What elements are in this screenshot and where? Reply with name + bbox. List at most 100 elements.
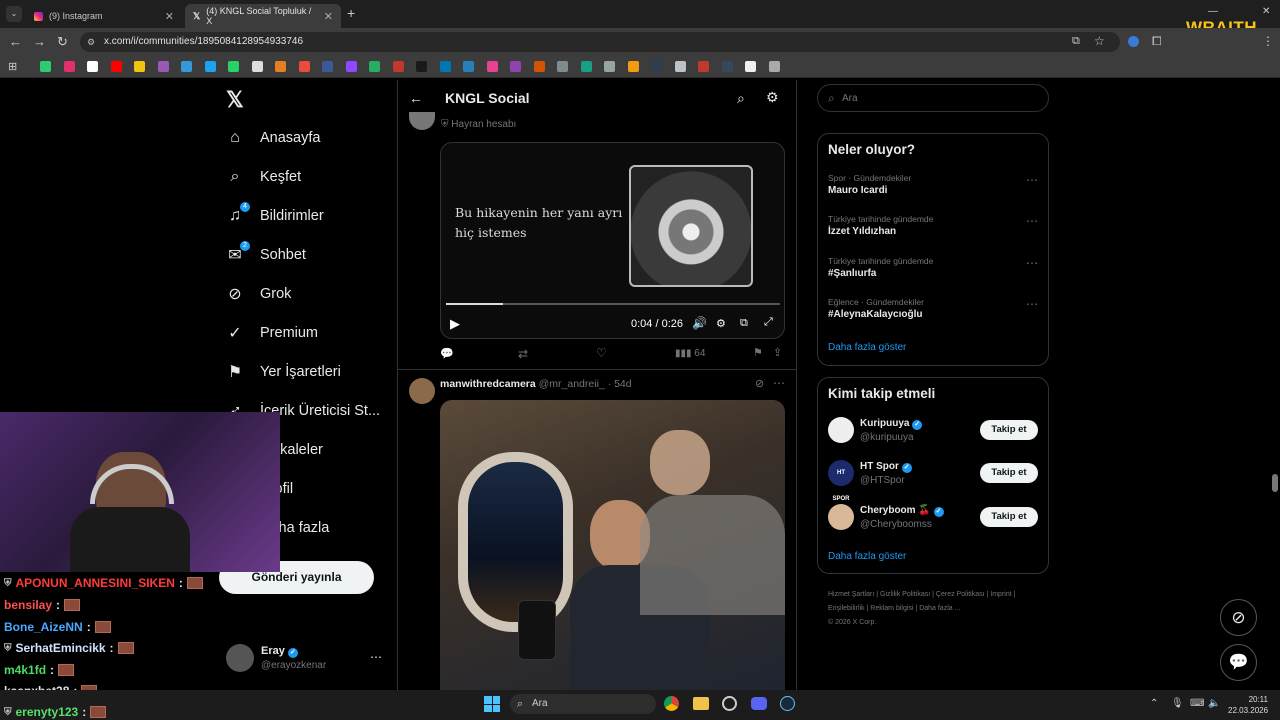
- settings-icon[interactable]: ⚙: [766, 89, 779, 106]
- tab-kngl-social[interactable]: 𝕏 (4) KNGL Social Topluluk / X ✕: [185, 4, 341, 28]
- views[interactable]: ▮▮▮ 64: [675, 348, 705, 359]
- volume-icon[interactable]: 🔊: [692, 316, 707, 330]
- bookmark-favicon-icon[interactable]: [275, 61, 286, 72]
- bookmark-favicon-icon[interactable]: [510, 61, 521, 72]
- tab-search-icon[interactable]: ⌄: [6, 6, 22, 22]
- bookmark-favicon-icon[interactable]: [110, 61, 122, 72]
- bookmark-favicon-icon[interactable]: [369, 61, 380, 72]
- follow-button[interactable]: Takip et: [980, 420, 1038, 440]
- close-icon[interactable]: ✕: [165, 10, 174, 23]
- bookmark-favicon-icon[interactable]: [627, 61, 639, 72]
- more-icon[interactable]: ⋯: [1026, 214, 1038, 228]
- messages-fab-icon[interactable]: 💬: [1220, 644, 1257, 681]
- puzzle-icon[interactable]: ⧠: [1152, 34, 1162, 49]
- like-icon[interactable]: ♡: [596, 346, 607, 360]
- file-explorer-icon[interactable]: [693, 697, 709, 710]
- suggested-name[interactable]: HT Spor ✓: [860, 461, 912, 473]
- trend-item[interactable]: Eğlence · Gündemdekiler #AleynaKalaycıoğl…: [828, 297, 1038, 320]
- forward-icon[interactable]: →: [33, 34, 46, 49]
- bookmark-favicon-icon[interactable]: [345, 61, 357, 72]
- bookmark-favicon-icon[interactable]: [392, 61, 404, 72]
- apps-icon[interactable]: ⊞: [8, 60, 17, 73]
- pip-icon[interactable]: ⧉: [740, 317, 748, 330]
- taskbar-search[interactable]: ⌕ Ara: [510, 694, 656, 714]
- bookmark-favicon-icon[interactable]: [416, 61, 427, 72]
- avatar[interactable]: [828, 417, 854, 443]
- bookmark-favicon-icon[interactable]: [322, 61, 333, 72]
- suggested-name[interactable]: Kuripuuya ✓: [860, 418, 923, 430]
- avatar[interactable]: [409, 112, 435, 130]
- back-arrow-icon[interactable]: ←: [409, 90, 423, 106]
- network-icon[interactable]: ⌨: [1190, 698, 1204, 709]
- more-icon[interactable]: ⋯: [1026, 173, 1038, 187]
- bookmark-favicon-icon[interactable]: [298, 61, 310, 72]
- footer-link[interactable]: Reklam bilgisi: [870, 605, 913, 612]
- trend-item[interactable]: Spor · Gündemdekiler Mauro Icardi ⋯: [828, 173, 1038, 196]
- avatar[interactable]: [828, 504, 854, 530]
- grok-fab-icon[interactable]: ⊘: [1220, 599, 1257, 636]
- bookmark-favicon-icon[interactable]: [63, 61, 75, 72]
- sidebar-item-notifications[interactable]: ♫ 4 Bildirimler: [226, 202, 324, 225]
- bookmark-favicon-icon[interactable]: [557, 61, 568, 72]
- bookmark-favicon-icon[interactable]: [228, 61, 239, 72]
- bookmark-favicon-icon[interactable]: [157, 61, 169, 72]
- microphone-icon[interactable]: 🎙: [1171, 698, 1184, 709]
- footer-link[interactable]: Daha fazla ...: [919, 605, 960, 612]
- avatar[interactable]: [409, 378, 435, 404]
- address-bar[interactable]: x.com/i/communities/1895084128954933746: [80, 32, 1120, 52]
- trend-item[interactable]: Türkiye tarihinde gündemde #Şanlıurfa ⋯: [828, 256, 1038, 279]
- footer-link[interactable]: Imprint: [990, 591, 1011, 598]
- bookmark-favicon-icon[interactable]: [181, 61, 192, 72]
- chrome-icon[interactable]: [664, 696, 679, 711]
- minimize-icon[interactable]: —: [1208, 6, 1218, 17]
- post-image[interactable]: [440, 400, 785, 690]
- show-more-trends-link[interactable]: Daha fazla göster: [828, 342, 906, 353]
- sidebar-item-home[interactable]: ⌂ Anasayfa: [226, 129, 320, 147]
- ht-spor-logo[interactable]: HT SPOR: [828, 460, 854, 502]
- reply-icon[interactable]: 💬: [440, 347, 454, 360]
- site-info-icon[interactable]: ⚙: [87, 37, 95, 48]
- bookmark-favicon-icon[interactable]: [463, 61, 474, 72]
- x-logo-icon[interactable]: 𝕏: [226, 87, 244, 113]
- reload-icon[interactable]: ↻: [57, 34, 68, 50]
- tab-instagram[interactable]: (9) Instagram ✕: [26, 4, 182, 28]
- bookmark-favicon-icon[interactable]: [40, 61, 51, 72]
- star-icon[interactable]: ☆: [1094, 34, 1105, 48]
- close-icon[interactable]: ✕: [324, 10, 333, 23]
- bookmark-favicon-icon[interactable]: [87, 61, 98, 72]
- repost-icon[interactable]: ⇄: [518, 347, 528, 361]
- trend-item[interactable]: Türkiye tarihinde gündemde İzzet Yıldızha…: [828, 214, 1038, 237]
- steam-icon[interactable]: [780, 696, 795, 711]
- video-progress-track[interactable]: [446, 303, 780, 305]
- show-more-follow-link[interactable]: Daha fazla göster: [828, 551, 906, 562]
- footer-link[interactable]: Erişilebilirlik: [828, 605, 865, 612]
- bookmark-favicon-icon[interactable]: [486, 61, 498, 72]
- bookmark-favicon-icon[interactable]: [698, 61, 709, 72]
- windows-start-icon[interactable]: [484, 696, 500, 712]
- bookmark-favicon-icon[interactable]: [674, 61, 686, 72]
- fullscreen-icon[interactable]: ⤢: [764, 316, 773, 329]
- account-menu-icon[interactable]: ⋯: [370, 650, 382, 664]
- footer-link[interactable]: Çerez Politikası: [936, 591, 985, 598]
- bookmark-favicon-icon[interactable]: [533, 61, 545, 72]
- bookmark-icon[interactable]: ⚑: [753, 346, 763, 359]
- bookmark-favicon-icon[interactable]: [204, 61, 216, 72]
- more-icon[interactable]: ⋯: [1026, 297, 1038, 311]
- suggested-name[interactable]: Cheryboom 🍒 ✓: [860, 505, 944, 517]
- more-icon[interactable]: ⋯: [1026, 256, 1038, 270]
- bookmark-favicon-icon[interactable]: [251, 61, 263, 72]
- follow-button[interactable]: Takip et: [980, 507, 1038, 527]
- menu-icon[interactable]: ⋮: [1262, 34, 1274, 48]
- follow-button[interactable]: Takip et: [980, 463, 1038, 483]
- video-player[interactable]: Bu hikayenin her yanı ayrı hiç istemes ▶…: [440, 142, 785, 339]
- footer-link[interactable]: Gizlilik Politikası: [880, 591, 930, 598]
- extension-icon[interactable]: [1128, 36, 1139, 47]
- speaker-icon[interactable]: 🔈: [1208, 698, 1220, 709]
- bookmark-favicon-icon[interactable]: [745, 61, 756, 72]
- search-input[interactable]: ⌕ Ara: [817, 84, 1049, 112]
- footer-link[interactable]: Hizmet Şartları: [828, 591, 874, 598]
- back-icon[interactable]: ←: [9, 34, 22, 49]
- bookmark-favicon-icon[interactable]: [768, 61, 780, 72]
- play-icon[interactable]: ▶: [450, 316, 460, 332]
- scrollbar-thumb[interactable]: [1272, 474, 1278, 492]
